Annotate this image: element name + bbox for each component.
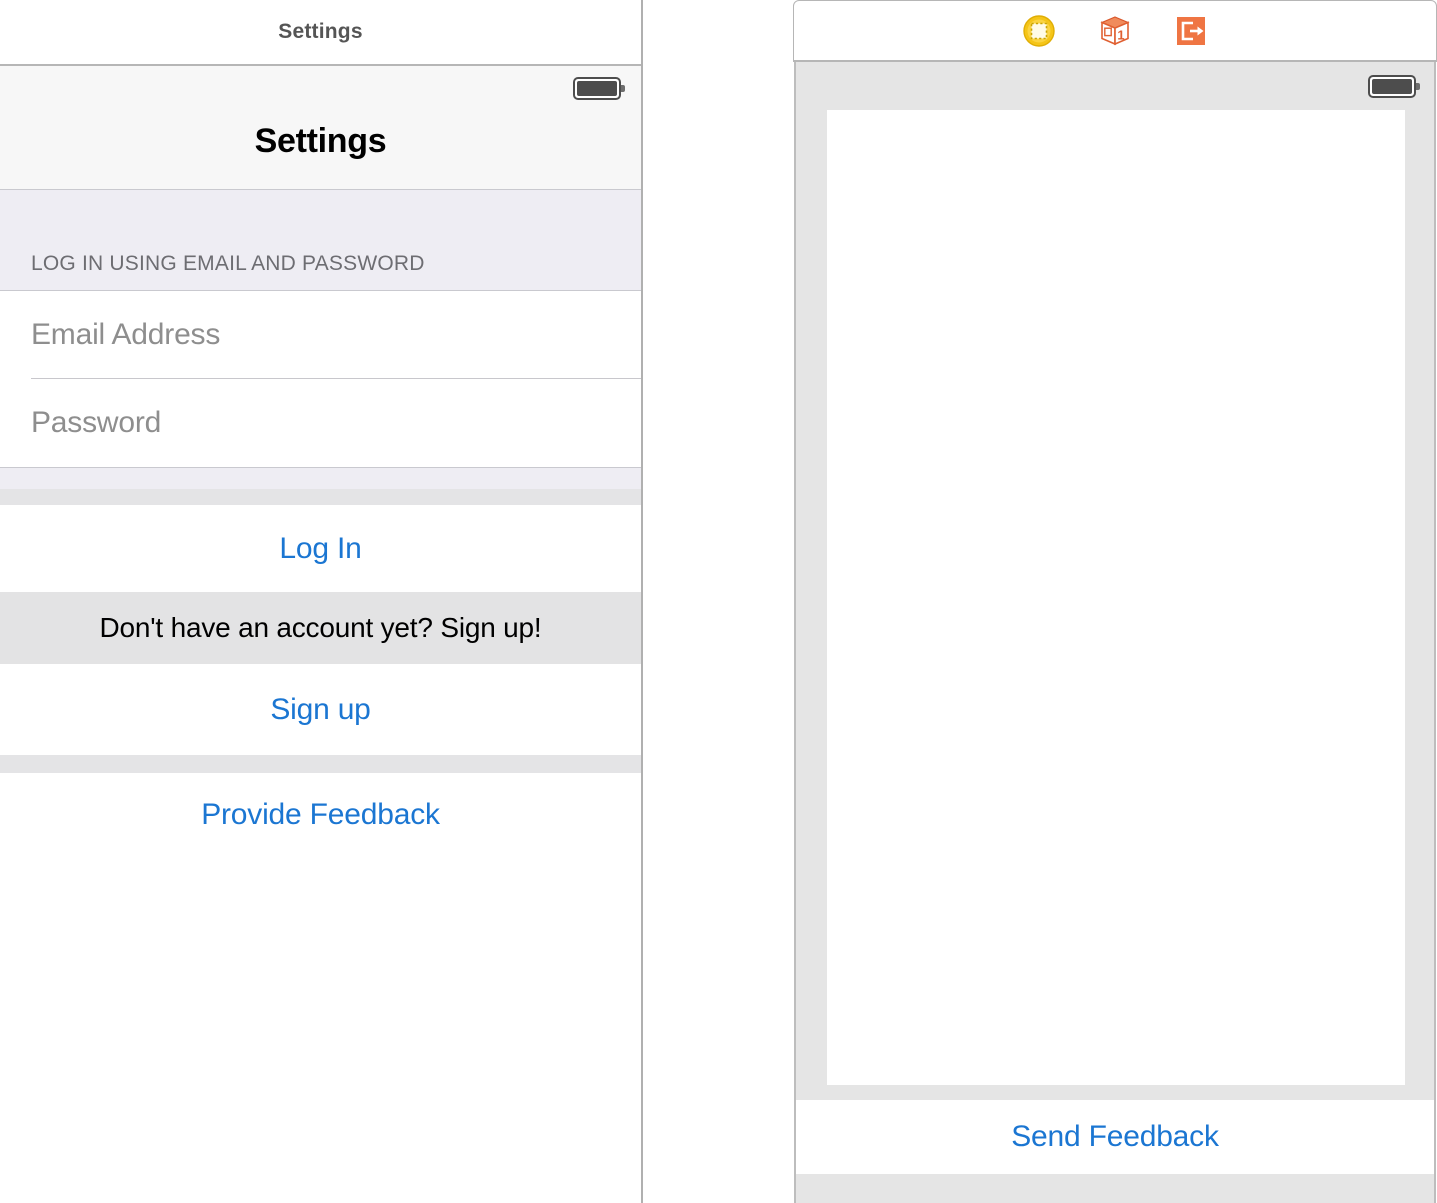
email-field-row[interactable]: Email Address <box>0 291 641 379</box>
provide-feedback-label: Provide Feedback <box>201 798 440 831</box>
email-field-placeholder[interactable]: Email Address <box>31 318 220 352</box>
package-box-one-icon[interactable]: 1 <box>1098 14 1132 48</box>
provide-feedback-button[interactable]: Provide Feedback <box>0 773 641 857</box>
section-header-label: LOG IN USING EMAIL AND PASSWORD <box>31 252 425 275</box>
settings-preview-window: Settings Settings LOG IN USING EMAIL AND… <box>0 0 643 1203</box>
sign-up-label: Sign up <box>270 692 371 726</box>
signup-prompt-label: Don't have an account yet? Sign up! <box>99 612 542 643</box>
svg-text:1: 1 <box>1117 27 1124 42</box>
window-title: Settings <box>278 20 363 43</box>
feedback-text-area[interactable] <box>827 110 1405 1085</box>
section-header-login: LOG IN USING EMAIL AND PASSWORD <box>0 190 641 291</box>
group-spacer-lavender <box>0 467 641 489</box>
log-in-button[interactable]: Log In <box>0 505 641 592</box>
password-field-placeholder[interactable]: Password <box>31 406 161 440</box>
selection-marquee-icon[interactable] <box>1022 14 1056 48</box>
rp-bottom-filler <box>796 1174 1434 1203</box>
feedback-preview-window: 1 Send Feedback <box>793 0 1437 1203</box>
window-titlebar: Settings <box>0 0 641 66</box>
rp-status-bar <box>796 62 1434 110</box>
page-title: Settings <box>254 122 387 160</box>
log-in-label: Log In <box>279 531 362 565</box>
send-feedback-label: Send Feedback <box>1011 1120 1219 1153</box>
status-bar <box>0 66 641 110</box>
battery-full-icon <box>1368 75 1420 98</box>
battery-full-icon <box>573 77 625 100</box>
password-field-row[interactable]: Password <box>0 379 641 467</box>
send-feedback-button[interactable]: Send Feedback <box>796 1100 1434 1174</box>
sign-up-button[interactable]: Sign up <box>0 664 641 755</box>
editor-toolbar: 1 <box>793 0 1437 62</box>
navigation-bar: Settings <box>0 66 641 190</box>
group-spacer-gray-1 <box>0 489 641 505</box>
feedback-device-frame: Send Feedback <box>794 62 1436 1203</box>
export-logout-icon[interactable] <box>1174 14 1208 48</box>
signup-prompt-row: Don't have an account yet? Sign up! <box>0 592 641 664</box>
group-spacer-gray-2 <box>0 755 641 773</box>
